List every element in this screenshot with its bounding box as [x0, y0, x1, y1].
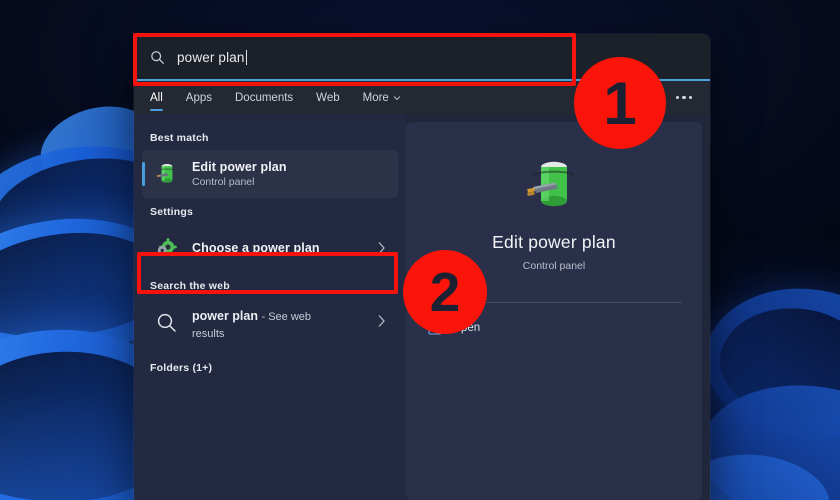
result-edit-power-plan[interactable]: Edit power plan Control panel	[142, 150, 398, 198]
result-title-line: power plan - See web results	[192, 308, 342, 342]
tab-web[interactable]: Web	[316, 81, 339, 114]
settings-power-icon	[157, 238, 177, 256]
tab-more[interactable]: More	[363, 81, 401, 114]
tab-label: More	[362, 91, 389, 104]
chevron-down-icon	[393, 95, 401, 100]
result-subtitle: Control panel	[192, 176, 255, 188]
group-label-search-the-web: Search the web	[150, 280, 230, 292]
group-label-folders: Folders (1+)	[150, 362, 213, 374]
chevron-right-icon	[378, 242, 385, 254]
annotation-step-badge-2: 2	[403, 250, 487, 334]
tab-documents[interactable]: Documents	[235, 81, 293, 114]
result-text: Edit power plan Control panel	[192, 160, 287, 188]
search-icon	[151, 51, 164, 64]
tab-all[interactable]: All	[150, 81, 163, 114]
text-caret	[245, 50, 247, 65]
result-choose-a-power-plan[interactable]: Choose a power plan	[142, 224, 398, 272]
group-label-settings: Settings	[150, 206, 194, 218]
power-plan-battery-icon	[156, 164, 175, 183]
tab-label: Apps	[185, 91, 212, 104]
search-icon	[157, 313, 176, 332]
group-label-best-match: Best match	[150, 132, 209, 144]
result-text: power plan - See web results	[192, 308, 342, 342]
result-title: power plan	[192, 309, 258, 323]
result-title: Choose a power plan	[192, 241, 320, 255]
annotation-step-badge-1: 1	[574, 57, 666, 149]
power-plan-battery-icon	[527, 161, 575, 207]
tab-apps[interactable]: Apps	[186, 81, 212, 114]
search-results-list: Best match Edit power plan Control panel…	[134, 114, 406, 500]
result-search-the-web[interactable]: power plan - See web results	[142, 298, 398, 348]
chevron-right-icon	[378, 315, 385, 327]
tab-label: Documents	[235, 91, 294, 104]
more-options-icon[interactable]	[672, 90, 697, 106]
search-input-value: power plan	[177, 50, 245, 65]
result-title: Edit power plan	[192, 160, 287, 174]
tab-label: Web	[316, 91, 340, 104]
tab-label: All	[150, 91, 163, 104]
result-text: Choose a power plan	[192, 241, 320, 255]
